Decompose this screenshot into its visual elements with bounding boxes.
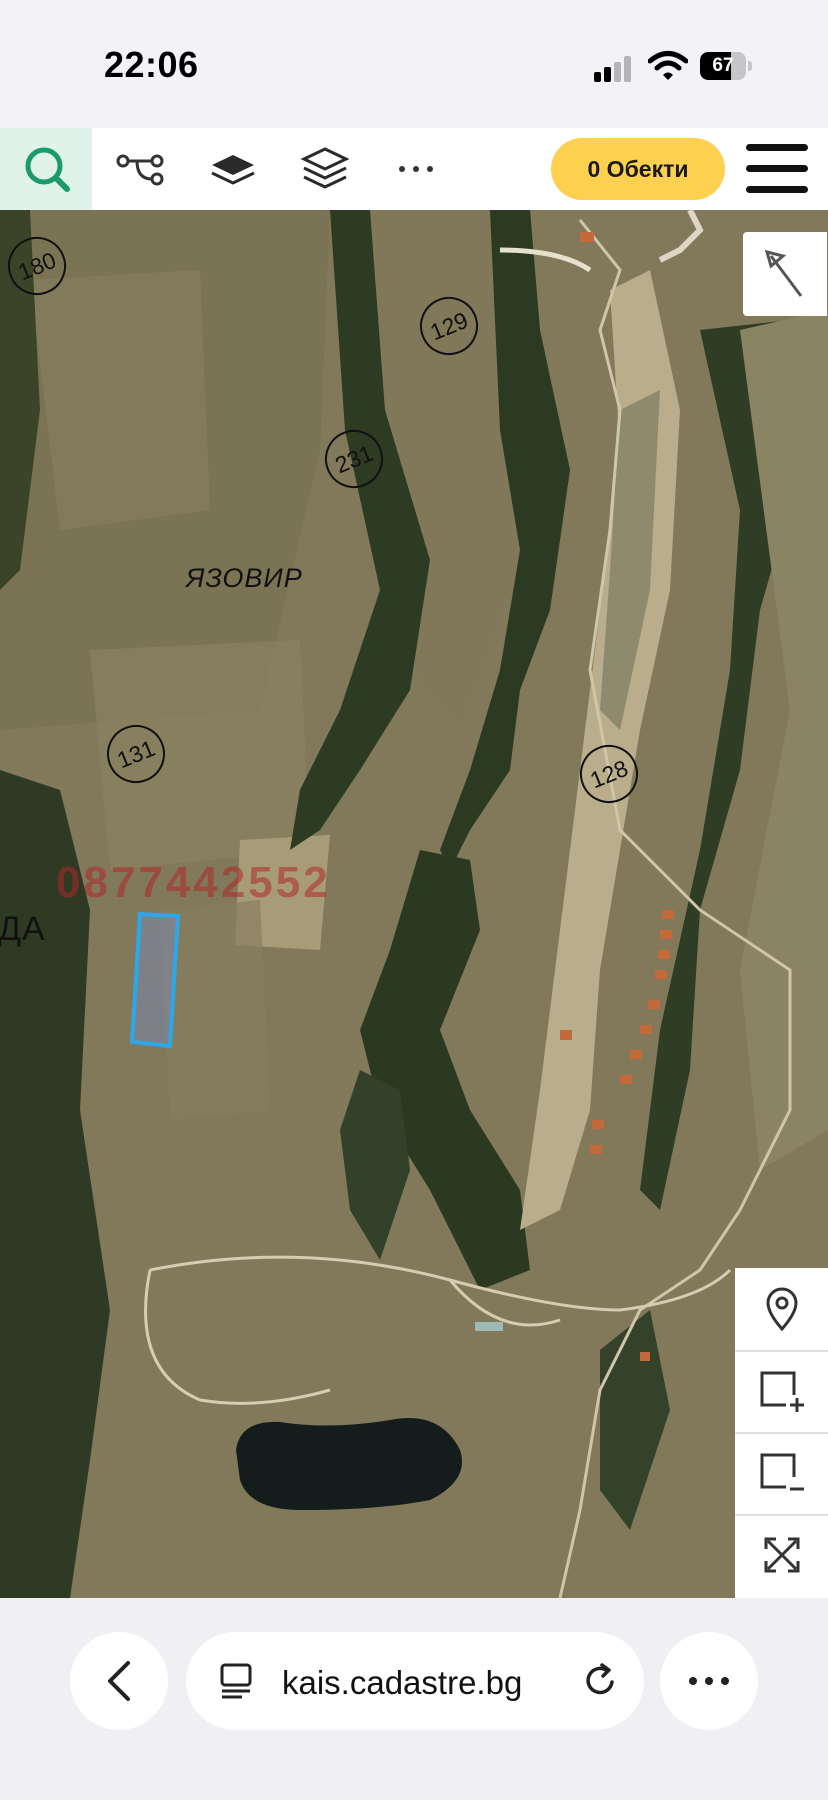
zoom-out-box-icon [760,1453,804,1491]
menu-icon[interactable] [746,144,808,194]
more-dots-icon [689,1677,729,1685]
route-button[interactable] [100,128,180,210]
satellite-map[interactable]: 180 129 231 131 128 ЯЗОВИР ДА 0877442552 [0,210,828,1598]
objects-button[interactable]: 0 Обекти [551,138,725,200]
address-bar[interactable]: kais.cadastre.bg [186,1632,644,1730]
layer-icon [211,155,255,185]
map-toolbar: 0 Обекти [0,128,828,210]
reload-icon[interactable] [582,1662,620,1700]
browser-more-button[interactable] [660,1632,758,1730]
battery-icon: 67 [700,52,752,80]
layers-stack-icon [300,147,350,189]
fullscreen-button[interactable] [735,1514,828,1596]
back-chevron-icon [108,1661,130,1701]
north-arrow-icon [764,249,803,297]
north-arrow-button[interactable] [743,232,827,316]
layer-button[interactable] [193,128,273,210]
place-label: ДА [0,910,46,948]
url-text[interactable]: kais.cadastre.bg [282,1664,522,1702]
back-button[interactable] [70,1632,168,1730]
tab-icon[interactable] [218,1662,254,1700]
zoom-in-button[interactable] [735,1350,828,1434]
watermark-phone: 0877442552 [56,858,331,907]
location-pin-icon [765,1287,798,1331]
wifi-icon [647,50,689,82]
map-controls [735,1268,828,1598]
reservoir-label: ЯЗОВИР [186,563,303,593]
clock: 22:06 [104,44,199,85]
battery-percent: 67 [712,55,734,76]
status-bar: 22:06 67 [0,0,828,128]
selected-parcel[interactable] [128,910,184,1052]
signal-icon [594,56,634,82]
fullscreen-icon [764,1537,799,1573]
zoom-in-box-icon [760,1371,804,1412]
browser-bottom-bar: kais.cadastre.bg [0,1598,828,1800]
search-button[interactable] [0,128,92,210]
search-icon [25,147,70,192]
location-button[interactable] [735,1268,828,1352]
zoom-out-button[interactable] [735,1432,828,1516]
route-icon [116,154,164,186]
more-tools-button[interactable] [376,128,456,210]
layers-stack-button[interactable] [285,128,365,210]
more-dots-icon [399,166,433,172]
